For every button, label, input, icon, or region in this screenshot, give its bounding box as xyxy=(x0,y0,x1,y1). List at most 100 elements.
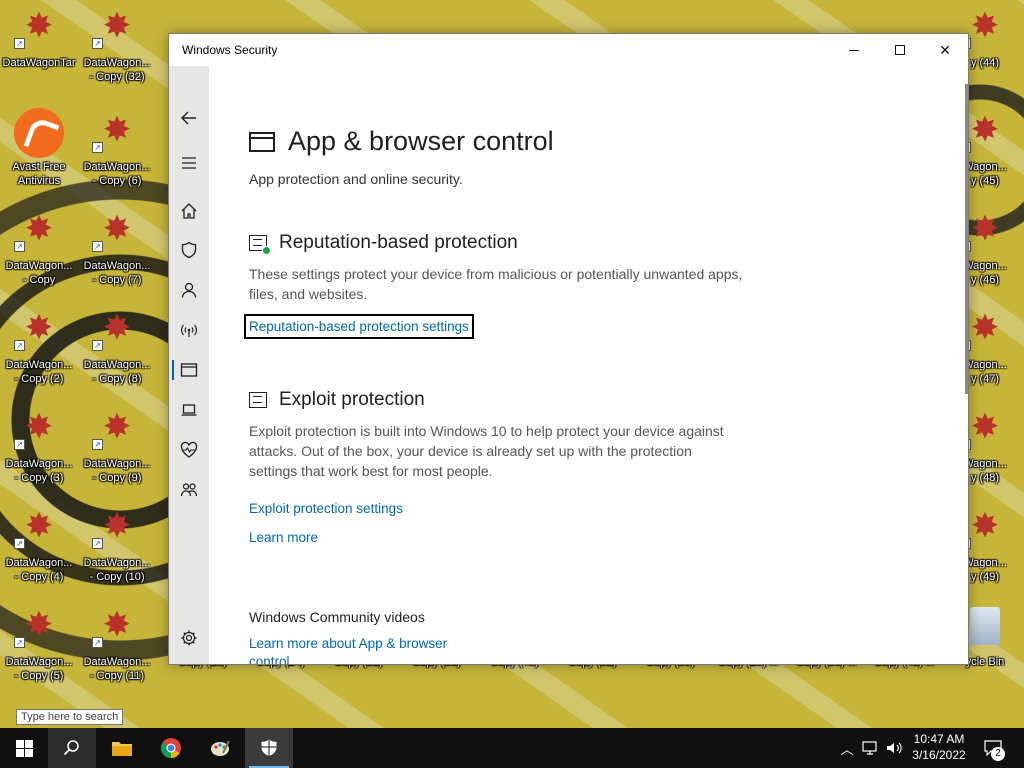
desktop-icon[interactable]: ✸ ↗ DataWagon... - Copy (2) xyxy=(0,306,78,402)
desktop-icon[interactable]: ✸ ↗ DataWagon... - Copy (10) xyxy=(78,504,156,600)
menu-icon xyxy=(182,157,196,169)
heart-icon xyxy=(180,441,198,458)
home-icon xyxy=(181,203,197,219)
search-icon xyxy=(63,740,79,756)
taskbar-paint[interactable] xyxy=(196,728,244,768)
sidebar-item-account-protection[interactable] xyxy=(169,270,209,310)
sidebar-item-home[interactable] xyxy=(169,191,209,231)
desktop-icon-label: Avast Free Antivirus xyxy=(12,161,66,187)
maximize-button[interactable] xyxy=(877,34,923,66)
windows-security-window: Windows Security ✕ App & browser control… xyxy=(168,33,969,665)
shortcut-arrow-icon: ↗ xyxy=(92,439,103,450)
network-icon xyxy=(181,324,197,337)
shield-icon xyxy=(261,739,277,756)
speaker-icon xyxy=(887,742,902,754)
sidebar-item-device-security[interactable] xyxy=(169,390,209,430)
sidebar-item-firewall[interactable] xyxy=(169,310,209,350)
file-icon: ✸ xyxy=(24,507,54,545)
desktop-icon[interactable]: ✸ ↗ DataWagon... - Copy xyxy=(0,207,78,303)
desktop-icon-label: DataWagon... - Copy (2) xyxy=(5,359,73,385)
community-title: Windows Community videos xyxy=(249,609,425,625)
desktop-icon[interactable]: ✸ ↗ DataWagon... - Copy (4) xyxy=(0,504,78,600)
reputation-settings-link[interactable]: Reputation-based protection settings xyxy=(244,314,474,339)
notification-badge: 2 xyxy=(991,747,1005,761)
shortcut-arrow-icon: ↗ xyxy=(14,637,25,648)
desktop-icon-label: DataWagon... - Copy xyxy=(5,260,73,286)
paint-icon xyxy=(211,740,230,756)
settings-button[interactable] xyxy=(169,618,209,658)
menu-button[interactable] xyxy=(169,143,209,183)
start-button[interactable] xyxy=(0,728,48,768)
laptop-icon xyxy=(181,404,197,416)
file-icon: ✸ xyxy=(102,309,132,347)
shortcut-arrow-icon: ↗ xyxy=(92,142,103,153)
community-videos-link[interactable]: Learn more about App & browser control xyxy=(249,635,479,664)
shortcut-arrow-icon: ↗ xyxy=(14,38,25,49)
reputation-icon xyxy=(249,235,271,255)
app-browser-icon xyxy=(180,363,198,377)
shortcut-arrow-icon: ↗ xyxy=(14,439,25,450)
family-icon xyxy=(180,483,198,497)
sidebar-item-virus-protection[interactable] xyxy=(169,230,209,270)
taskbar: ︿ 10:47 AM 3/16/2022 2 xyxy=(0,728,1024,768)
reputation-title: Reputation-based protection xyxy=(279,232,518,253)
file-icon: ✸ xyxy=(24,408,54,446)
search-button[interactable] xyxy=(48,728,96,768)
minimize-button[interactable] xyxy=(831,34,877,66)
file-icon: ✸ xyxy=(24,309,54,347)
folder-icon xyxy=(112,742,132,756)
clock[interactable]: 10:47 AM 3/16/2022 xyxy=(906,731,972,763)
desktop-icon-label: DataWagonTar xyxy=(2,57,76,69)
chevron-up-icon: ︿ xyxy=(840,741,854,757)
close-button[interactable]: ✕ xyxy=(922,34,968,66)
desktop-icon[interactable]: ✸ ↗ DataWagonTar xyxy=(0,4,78,100)
file-icon: ✸ xyxy=(102,606,132,644)
show-hidden-icons-button[interactable]: ︿ xyxy=(838,728,856,768)
sidebar-item-family-options[interactable] xyxy=(169,470,209,510)
shortcut-arrow-icon: ↗ xyxy=(92,340,103,351)
avast-icon xyxy=(14,108,64,158)
sidebar-item-app-browser-control[interactable] xyxy=(169,350,209,390)
desktop-icon[interactable]: ✸ ↗ DataWagon... - Copy (6) xyxy=(78,108,156,204)
shield-icon xyxy=(181,241,197,259)
desktop-icon[interactable]: ✸ ↗ DataWagon... - Copy (3) xyxy=(0,405,78,501)
page-title: App & browser control xyxy=(288,126,554,156)
scrollbar[interactable] xyxy=(965,84,968,394)
sidebar xyxy=(169,66,209,664)
file-icon: ✸ xyxy=(102,408,132,446)
desktop-icon-label: DataWagon... - Copy (32) xyxy=(83,57,151,83)
desktop-icon[interactable]: Avast Free Antivirus xyxy=(0,108,78,204)
desktop-icon-label: DataWagon... - Copy (11) xyxy=(83,656,151,682)
network-status[interactable] xyxy=(860,728,882,768)
title-bar[interactable]: Windows Security ✕ xyxy=(169,34,968,66)
window-title: Windows Security xyxy=(182,43,278,57)
shortcut-arrow-icon: ↗ xyxy=(92,241,103,252)
file-icon: ✸ xyxy=(102,210,132,248)
page-subtitle: App protection and online security. xyxy=(249,171,463,187)
desktop-icon[interactable]: ✸ ↗ DataWagon... - Copy (7) xyxy=(78,207,156,303)
search-tooltip: Type here to search xyxy=(16,709,124,725)
exploit-title: Exploit protection xyxy=(279,389,425,410)
taskbar-file-explorer[interactable] xyxy=(98,728,146,768)
file-icon: ✸ xyxy=(970,210,1000,248)
file-icon: ✸ xyxy=(24,7,54,45)
desktop-icon[interactable]: ✸ ↗ DataWagon... - Copy (32) xyxy=(78,4,156,100)
taskbar-chrome[interactable] xyxy=(147,728,195,768)
clock-date: 3/16/2022 xyxy=(912,748,966,762)
network-wired-icon xyxy=(862,741,877,755)
desktop-icon[interactable]: ✸ ↗ DataWagon... - Copy (11) xyxy=(78,603,156,699)
desktop-icon[interactable]: ✸ ↗ DataWagon... - Copy (8) xyxy=(78,306,156,402)
back-icon xyxy=(181,111,196,125)
sidebar-item-device-health[interactable] xyxy=(169,430,209,470)
desktop-icon[interactable]: ✸ ↗ DataWagon... - Copy (9) xyxy=(78,405,156,501)
volume-control[interactable] xyxy=(884,728,906,768)
exploit-description: Exploit protection is built into Windows… xyxy=(249,423,724,479)
desktop-icon[interactable]: ✸ ↗ DataWagon... - Copy (5) xyxy=(0,603,78,699)
exploit-settings-link[interactable]: Exploit protection settings xyxy=(249,501,403,516)
taskbar-windows-security[interactable] xyxy=(245,728,293,768)
gear-icon xyxy=(181,630,197,646)
learn-more-link[interactable]: Learn more xyxy=(249,530,318,545)
back-button[interactable] xyxy=(169,98,209,138)
shortcut-arrow-icon: ↗ xyxy=(14,340,25,351)
exploit-header: Exploit protection xyxy=(249,389,425,411)
